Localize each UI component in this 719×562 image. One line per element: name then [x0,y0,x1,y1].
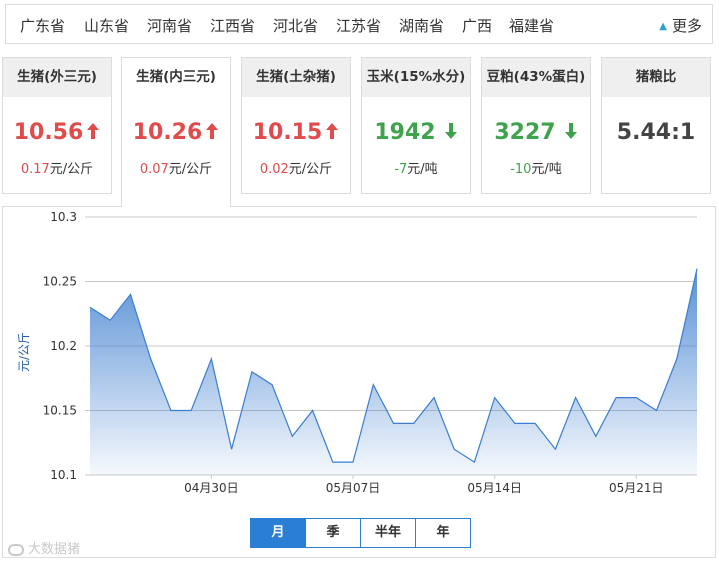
data-point[interactable] [696,267,698,269]
province-tab-jiangxi[interactable]: 江西省 [210,15,255,36]
arrow-down-icon [444,123,457,139]
data-point[interactable] [190,409,192,411]
x-tick-label: 04月30日 [184,481,239,495]
more-label: 更多 [671,17,702,35]
data-point[interactable] [473,461,475,463]
y-tick-label: 10.2 [50,339,77,353]
arrow-up-icon [87,123,100,139]
series-area [90,268,697,475]
data-point[interactable] [413,422,415,424]
province-tab-jiangsu[interactable]: 江苏省 [336,15,381,36]
range-button-half-year[interactable]: 半年 [360,518,416,548]
range-button-quarter[interactable]: 季 [305,518,361,548]
price-card-pig-grain-ratio[interactable]: 猪粮比 5.44:1 [601,57,711,194]
logo-icon [8,544,24,556]
price-card-pig-tuza[interactable]: 生猪(土杂猪) 10.15 0.02元/公斤 [241,57,351,194]
data-point[interactable] [453,448,455,450]
price-card-corn[interactable]: 玉米(15%水分) 1942 -7元/吨 [361,57,471,194]
data-point[interactable] [392,422,394,424]
data-point[interactable] [332,461,334,463]
price-card-pig-nei[interactable]: 生猪(内三元) 10.26 0.07元/公斤 [121,57,231,207]
data-point[interactable] [514,422,516,424]
card-title: 猪粮比 [602,58,710,97]
more-button[interactable]: ▲ 更多 [659,15,702,36]
province-tab-henan[interactable]: 河南省 [147,15,192,36]
data-point[interactable] [129,293,131,295]
arrow-up-icon [326,123,339,139]
card-title: 豆粕(43%蛋白) [482,58,590,97]
range-button-group: 月 季 半年 年 [250,518,471,548]
data-point[interactable] [554,448,556,450]
data-point[interactable] [311,409,313,411]
data-point[interactable] [170,409,172,411]
card-price: 10.26 [122,120,230,145]
card-price: 10.56 [3,120,111,145]
province-tab-hebei[interactable]: 河北省 [273,15,318,36]
card-change: -7元/吨 [394,162,438,177]
card-price: 3227 [482,120,590,145]
y-axis-label: 元/公斤 [17,332,31,372]
data-point[interactable] [291,435,293,437]
card-title: 玉米(15%水分) [362,58,470,97]
data-point[interactable] [210,358,212,360]
card-title: 生猪(土杂猪) [242,58,350,97]
watermark-text: 大数据猪 [28,542,81,557]
price-chart-panel: 10.3 10.25 10.2 10.15 10.1 04月30日 05月07日 05月14日… [2,206,716,558]
province-tab-hunan[interactable]: 湖南省 [399,15,444,36]
card-change: 0.17元/公斤 [20,162,94,177]
data-point[interactable] [655,409,657,411]
arrow-down-icon [564,123,577,139]
data-point[interactable] [372,384,374,386]
data-point[interactable] [109,319,111,321]
data-point[interactable] [635,396,637,398]
data-point[interactable] [433,396,435,398]
card-change: 0.02元/公斤 [259,162,333,177]
data-point[interactable] [493,396,495,398]
x-tick-label: 05月07日 [326,481,381,495]
data-point[interactable] [230,448,232,450]
data-point[interactable] [595,435,597,437]
province-tab-guangxi[interactable]: 广西 [462,15,492,36]
province-tab-bar: 广东省 山东省 河南省 江西省 河北省 江苏省 湖南省 广西 福建省 ▲ 更多 [5,4,713,44]
data-point[interactable] [534,422,536,424]
watermark: 大数据猪 [8,538,80,557]
card-price: 5.44:1 [616,120,696,145]
card-price: 1942 [362,120,470,145]
card-change: -10元/吨 [510,162,562,177]
arrow-up-icon [206,123,219,139]
price-card-pig-wai[interactable]: 生猪(外三元) 10.56 0.17元/公斤 [2,57,112,194]
y-tick-label: 10.1 [50,468,77,482]
data-point[interactable] [251,371,253,373]
province-tab-shandong[interactable]: 山东省 [84,15,129,36]
x-tick-label: 05月21日 [609,481,664,495]
card-title: 生猪(内三元) [122,58,230,97]
data-point[interactable] [615,396,617,398]
data-point[interactable] [271,384,273,386]
card-title: 生猪(外三元) [3,58,111,97]
province-tab-guangdong[interactable]: 广东省 [20,15,65,36]
y-tick-label: 10.25 [43,275,77,289]
card-change: 0.07元/公斤 [139,162,213,177]
range-button-year[interactable]: 年 [415,518,471,548]
data-point[interactable] [352,461,354,463]
range-button-month[interactable]: 月 [250,518,306,548]
data-point[interactable] [574,396,576,398]
province-tab-fujian[interactable]: 福建省 [509,15,554,36]
price-chart: 10.3 10.25 10.2 10.15 10.1 04月30日 05月07日 05月14日… [17,210,698,495]
data-point[interactable] [150,358,152,360]
data-point[interactable] [676,358,678,360]
y-tick-label: 10.3 [50,210,77,224]
caret-up-icon: ▲ [659,21,667,32]
data-point[interactable] [89,306,91,308]
card-price: 10.15 [242,120,350,145]
price-card-soymeal[interactable]: 豆粕(43%蛋白) 3227 -10元/吨 [481,57,591,194]
x-tick-label: 05月14日 [467,481,522,495]
y-tick-label: 10.15 [43,404,77,418]
